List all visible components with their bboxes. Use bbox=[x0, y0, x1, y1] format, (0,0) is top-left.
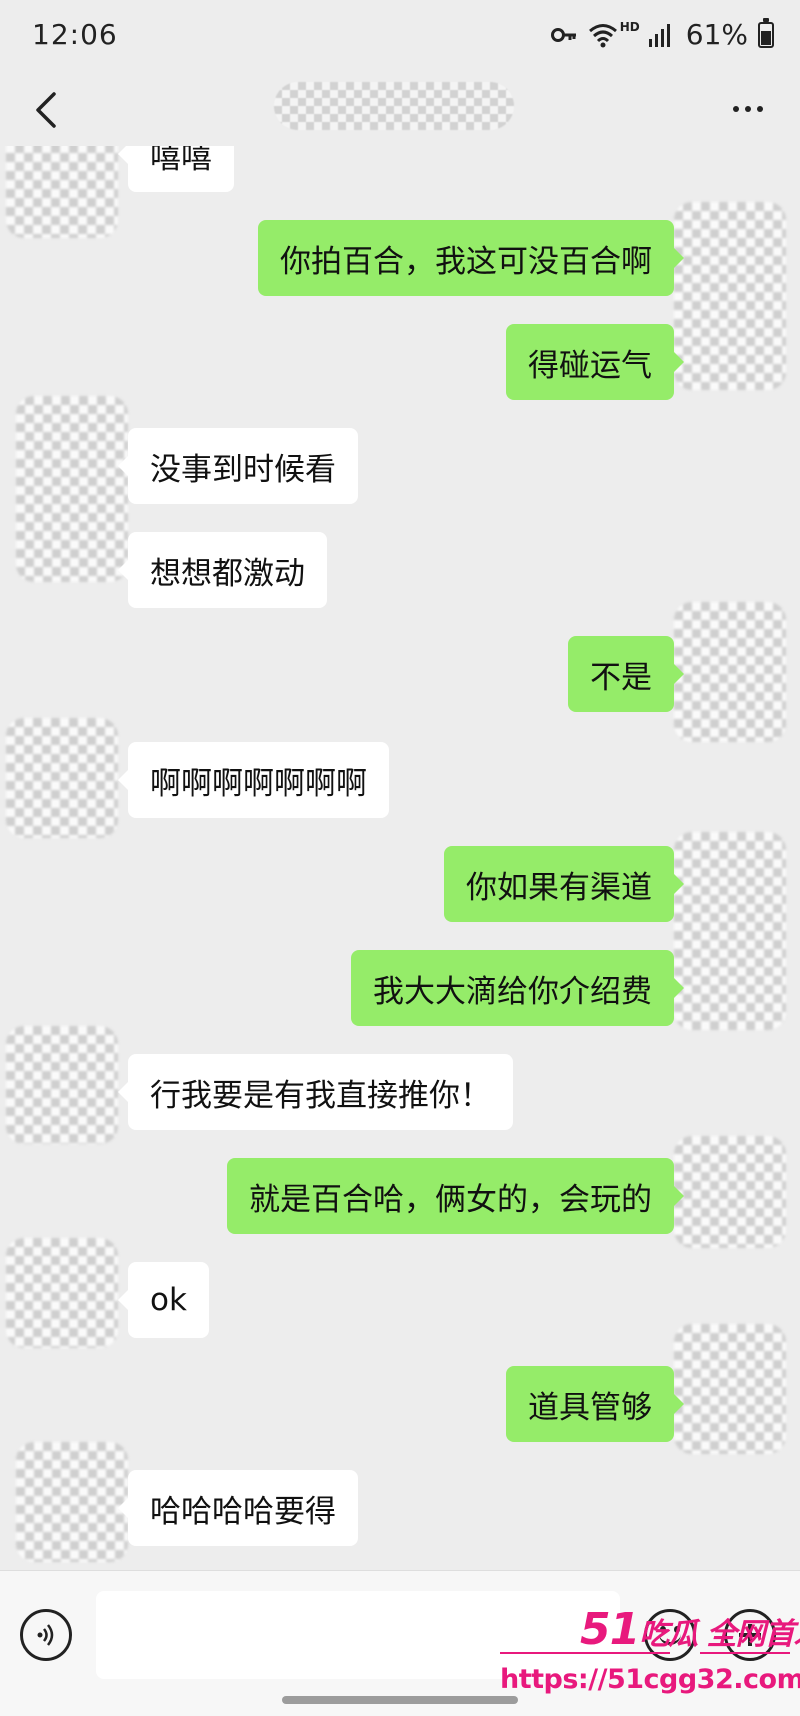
message-bubble-incoming[interactable]: 没事到时候看 bbox=[118, 428, 358, 504]
message-bubble-outgoing[interactable]: 不是 bbox=[568, 636, 684, 712]
chevron-left-icon bbox=[36, 92, 56, 128]
battery-icon bbox=[758, 17, 774, 48]
message-input[interactable] bbox=[96, 1591, 620, 1679]
message-bubble-outgoing[interactable]: 得碰运气 bbox=[506, 324, 684, 400]
home-indicator[interactable] bbox=[282, 1696, 518, 1704]
my-avatar[interactable] bbox=[674, 602, 786, 742]
my-avatar[interactable] bbox=[674, 202, 786, 390]
chat-screen: 12:06 HD 61% 嘻嘻 你拍百合，我这可没百合啊 得碰运气 没事到时候看… bbox=[0, 0, 800, 1716]
status-icons: HD 61% bbox=[550, 17, 774, 51]
message-list: 嘻嘻 你拍百合，我这可没百合啊 得碰运气 没事到时候看 想想都激动 不是 啊啊啊… bbox=[0, 146, 800, 1570]
status-bar: 12:06 HD 61% bbox=[0, 0, 800, 74]
emoji-icon[interactable] bbox=[644, 1609, 696, 1661]
wifi-icon bbox=[588, 21, 617, 49]
message-bubble-outgoing[interactable]: 就是百合哈，俩女的，会玩的 bbox=[227, 1158, 684, 1234]
chat-title bbox=[274, 82, 514, 130]
contact-avatar[interactable] bbox=[16, 1442, 128, 1562]
message-bubble-incoming[interactable]: 哈哈哈哈要得 bbox=[118, 1470, 358, 1546]
battery-percent: 61% bbox=[685, 18, 748, 51]
message-bubble-incoming[interactable]: 想想都激动 bbox=[118, 532, 327, 608]
my-avatar[interactable] bbox=[674, 832, 786, 1030]
status-time: 12:06 bbox=[32, 18, 118, 51]
message-bubble-incoming[interactable]: 嘻嘻 bbox=[118, 146, 234, 192]
voice-icon[interactable] bbox=[20, 1609, 72, 1661]
message-bubble-outgoing[interactable]: 你拍百合，我这可没百合啊 bbox=[258, 220, 684, 296]
more-dots-icon[interactable] bbox=[726, 94, 770, 124]
contact-avatar[interactable] bbox=[6, 1238, 118, 1348]
key-icon bbox=[550, 21, 578, 49]
message-bubble-outgoing[interactable]: 我大大滴给你介绍费 bbox=[351, 950, 684, 1026]
message-bubble-outgoing[interactable]: 道具管够 bbox=[506, 1366, 684, 1442]
signal-icon bbox=[648, 21, 676, 49]
my-avatar[interactable] bbox=[674, 1136, 786, 1248]
plus-icon[interactable] bbox=[724, 1609, 776, 1661]
message-bubble-incoming[interactable]: 啊啊啊啊啊啊啊 bbox=[118, 742, 389, 818]
back-button[interactable] bbox=[26, 84, 66, 136]
message-bubble-outgoing[interactable]: 你如果有渠道 bbox=[444, 846, 684, 922]
contact-avatar[interactable] bbox=[16, 396, 128, 582]
chat-header bbox=[0, 74, 800, 146]
message-bubble-incoming[interactable]: ok bbox=[118, 1262, 209, 1338]
battery-fill bbox=[761, 31, 771, 45]
my-avatar[interactable] bbox=[674, 1324, 786, 1454]
input-bar bbox=[0, 1570, 800, 1716]
contact-avatar[interactable] bbox=[6, 1026, 118, 1144]
network-type-label: HD bbox=[619, 19, 640, 34]
contact-avatar[interactable] bbox=[6, 146, 118, 238]
contact-avatar[interactable] bbox=[6, 718, 118, 838]
message-bubble-incoming[interactable]: 行我要是有我直接推你！ bbox=[118, 1054, 513, 1130]
